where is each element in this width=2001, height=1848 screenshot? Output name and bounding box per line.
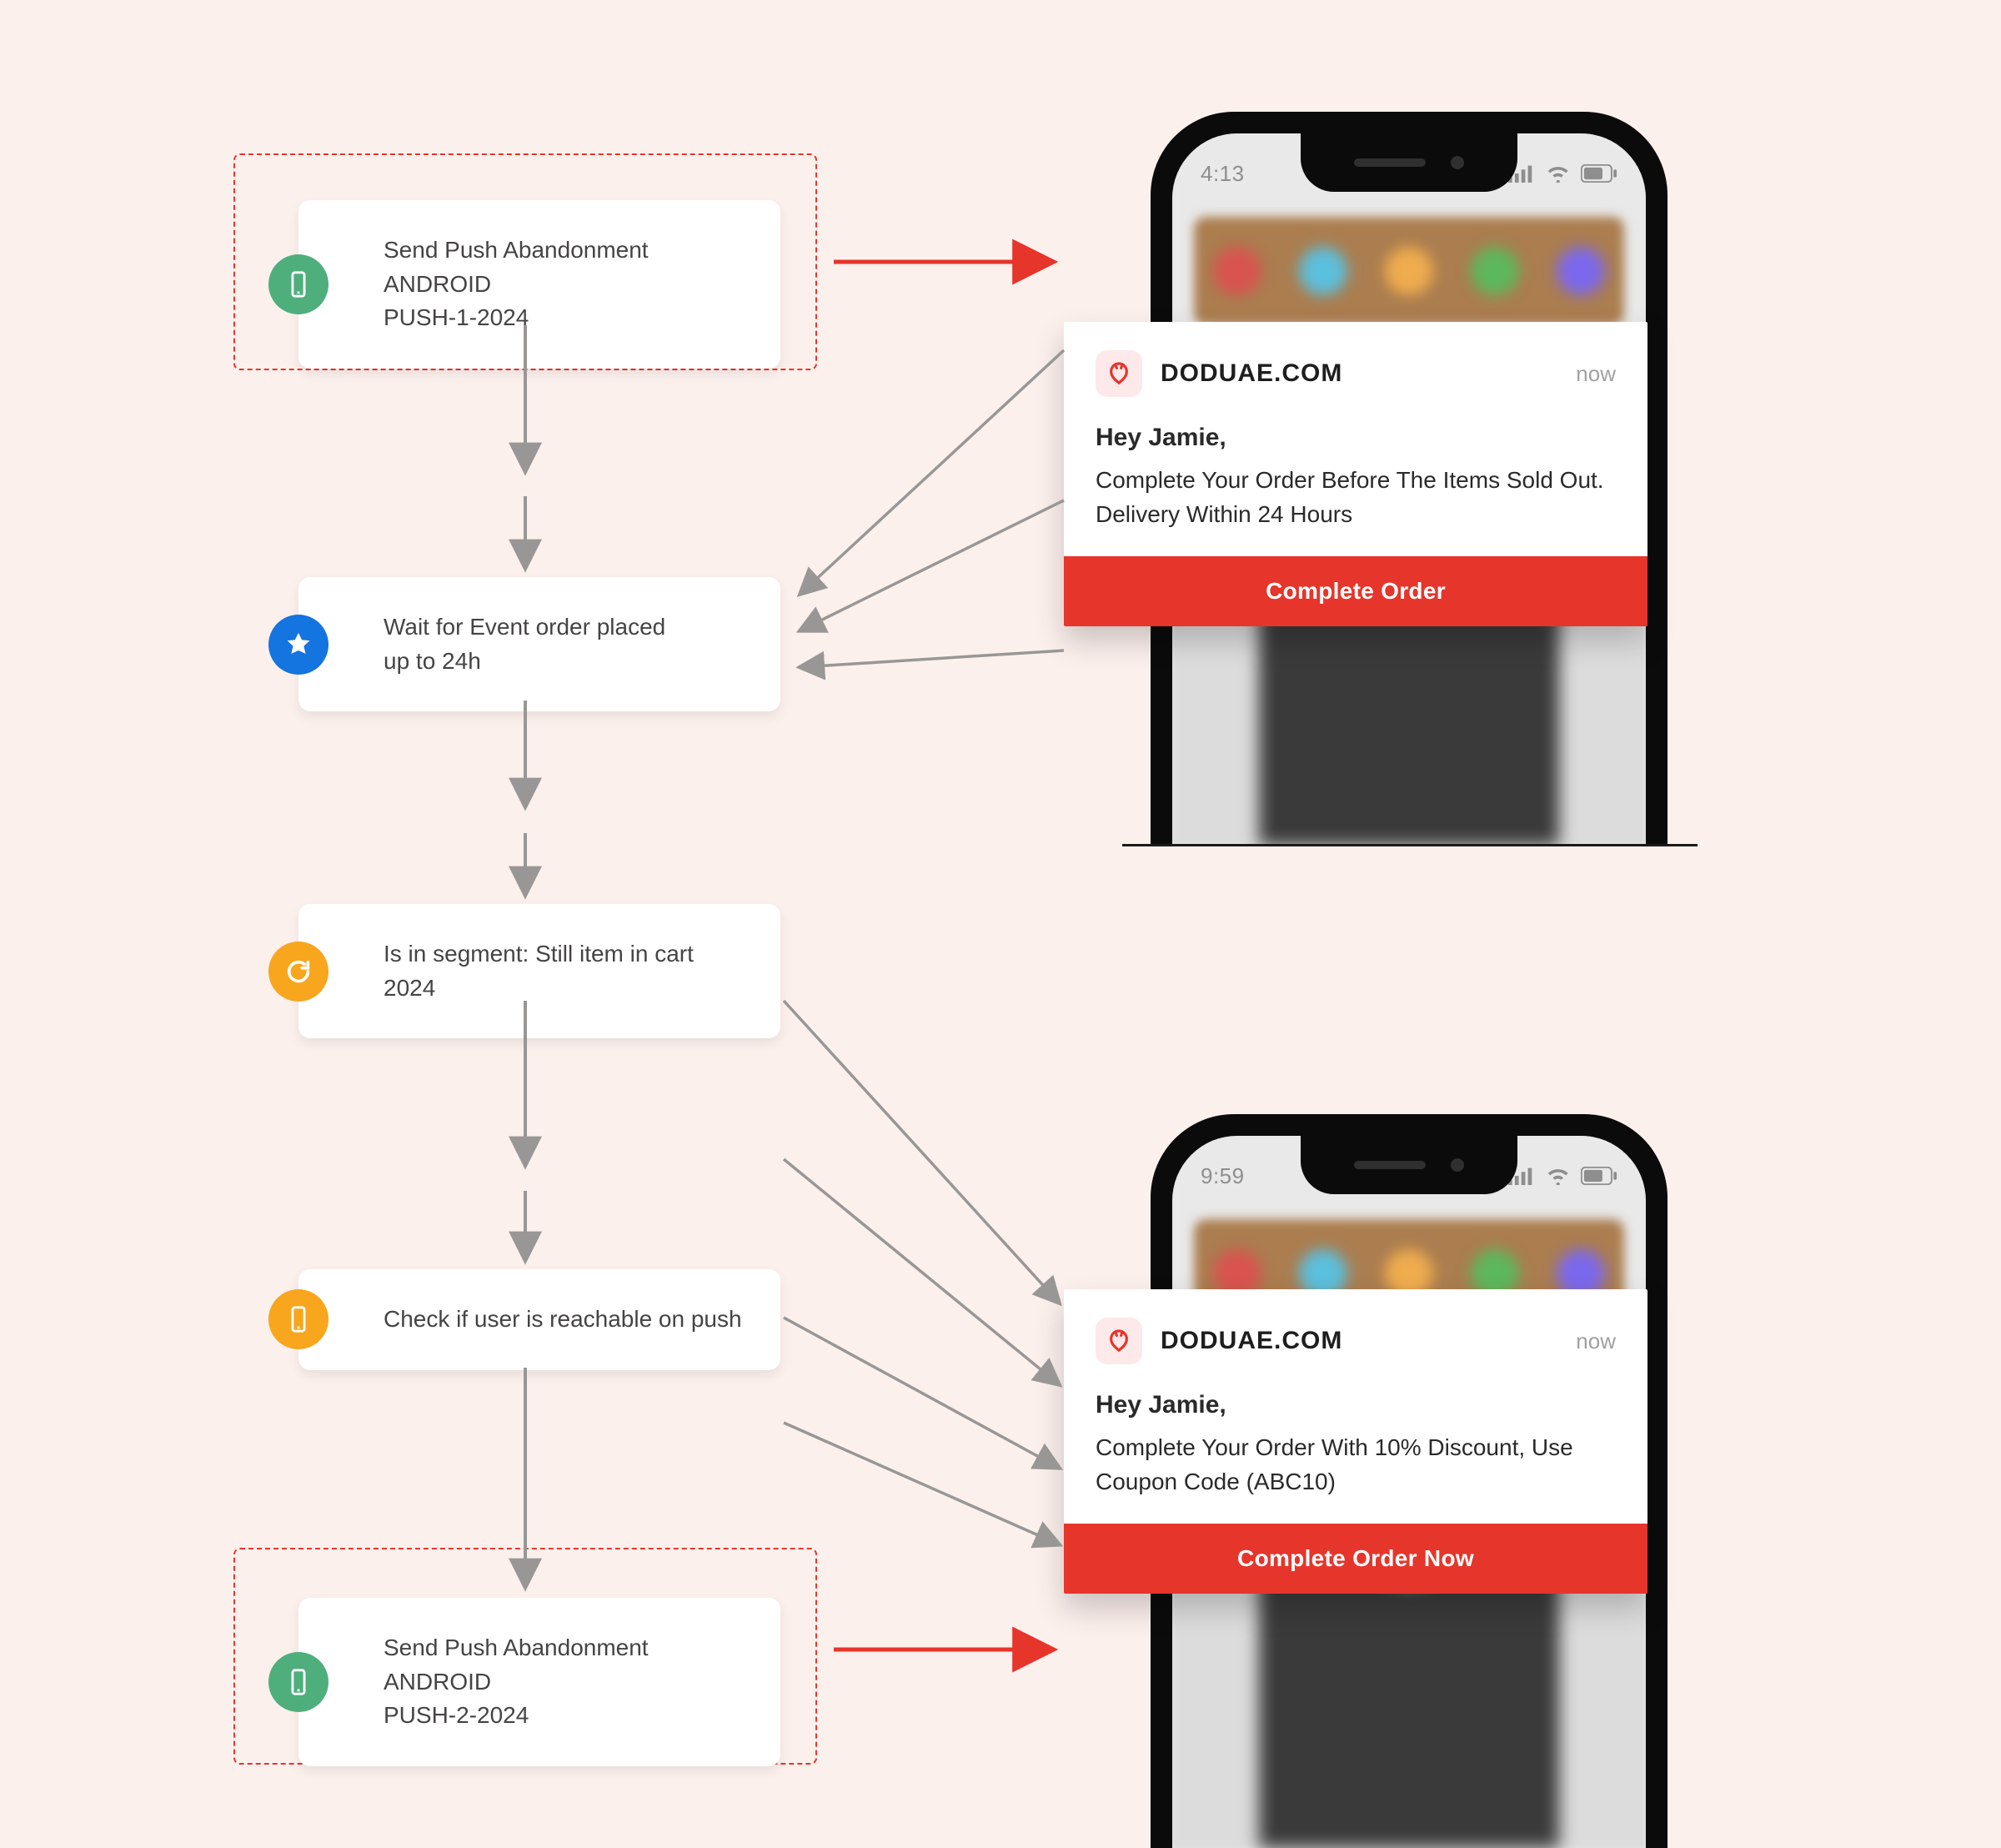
star-icon bbox=[268, 615, 328, 675]
phone-icon bbox=[268, 254, 328, 314]
flow-node-send-push-2[interactable]: Send Push Abandonment ANDROIDPUSH-2-2024 bbox=[298, 1598, 780, 1766]
push-cta-button[interactable]: Complete Order bbox=[1064, 556, 1647, 626]
wifi-icon bbox=[1545, 164, 1571, 183]
push-notification-1[interactable]: DODUAE.COM now Hey Jamie, Complete Your … bbox=[1064, 322, 1647, 626]
status-time: 9:59 bbox=[1201, 1163, 1245, 1189]
app-name: DODUAE.COM bbox=[1161, 359, 1342, 388]
flow-node-label: Is in segment: Still item in cart 2024 bbox=[384, 941, 694, 1001]
push-time: now bbox=[1576, 361, 1616, 387]
flow-node-in-segment[interactable]: Is in segment: Still item in cart 2024 bbox=[298, 904, 780, 1038]
wifi-icon bbox=[1545, 1167, 1571, 1185]
blurred-banner bbox=[1194, 217, 1624, 325]
refresh-icon bbox=[268, 942, 328, 1002]
push-greeting: Hey Jamie, bbox=[1096, 1391, 1616, 1419]
battery-icon bbox=[1581, 1167, 1617, 1185]
flow-node-label: Send Push Abandonment ANDROIDPUSH-2-2024 bbox=[384, 1635, 750, 1733]
app-logo-icon bbox=[1096, 1318, 1142, 1364]
flow-node-label: Send Push Abandonment ANDROIDPUSH-1-2024 bbox=[384, 237, 750, 335]
app-name: DODUAE.COM bbox=[1161, 1327, 1342, 1355]
app-logo-icon bbox=[1096, 350, 1142, 397]
status-time: 4:13 bbox=[1201, 161, 1245, 187]
phone-baseline-1 bbox=[1122, 844, 1698, 846]
push-notification-2[interactable]: DODUAE.COM now Hey Jamie, Complete Your … bbox=[1064, 1289, 1647, 1594]
push-cta-button[interactable]: Complete Order Now bbox=[1064, 1524, 1647, 1594]
push-time: now bbox=[1576, 1328, 1616, 1354]
battery-icon bbox=[1581, 164, 1617, 183]
push-greeting: Hey Jamie, bbox=[1096, 424, 1616, 452]
flow-node-check-reachable[interactable]: Check if user is reachable on push bbox=[298, 1269, 780, 1370]
flow-node-send-push-1[interactable]: Send Push Abandonment ANDROIDPUSH-1-2024 bbox=[298, 200, 780, 369]
phone-icon bbox=[268, 1652, 328, 1712]
push-message: Complete Your Order Before The Items Sol… bbox=[1096, 464, 1616, 531]
flow-node-wait-event[interactable]: Wait for Event order placedup to 24h bbox=[298, 577, 780, 711]
phone-icon bbox=[268, 1289, 328, 1349]
flow-node-label: Check if user is reachable on push bbox=[384, 1306, 742, 1332]
push-message: Complete Your Order With 10% Discount, U… bbox=[1096, 1431, 1616, 1499]
diagram-canvas: Send Push Abandonment ANDROIDPUSH-1-2024… bbox=[0, 0, 2001, 1848]
flow-node-label: Wait for Event order placedup to 24h bbox=[384, 614, 750, 678]
